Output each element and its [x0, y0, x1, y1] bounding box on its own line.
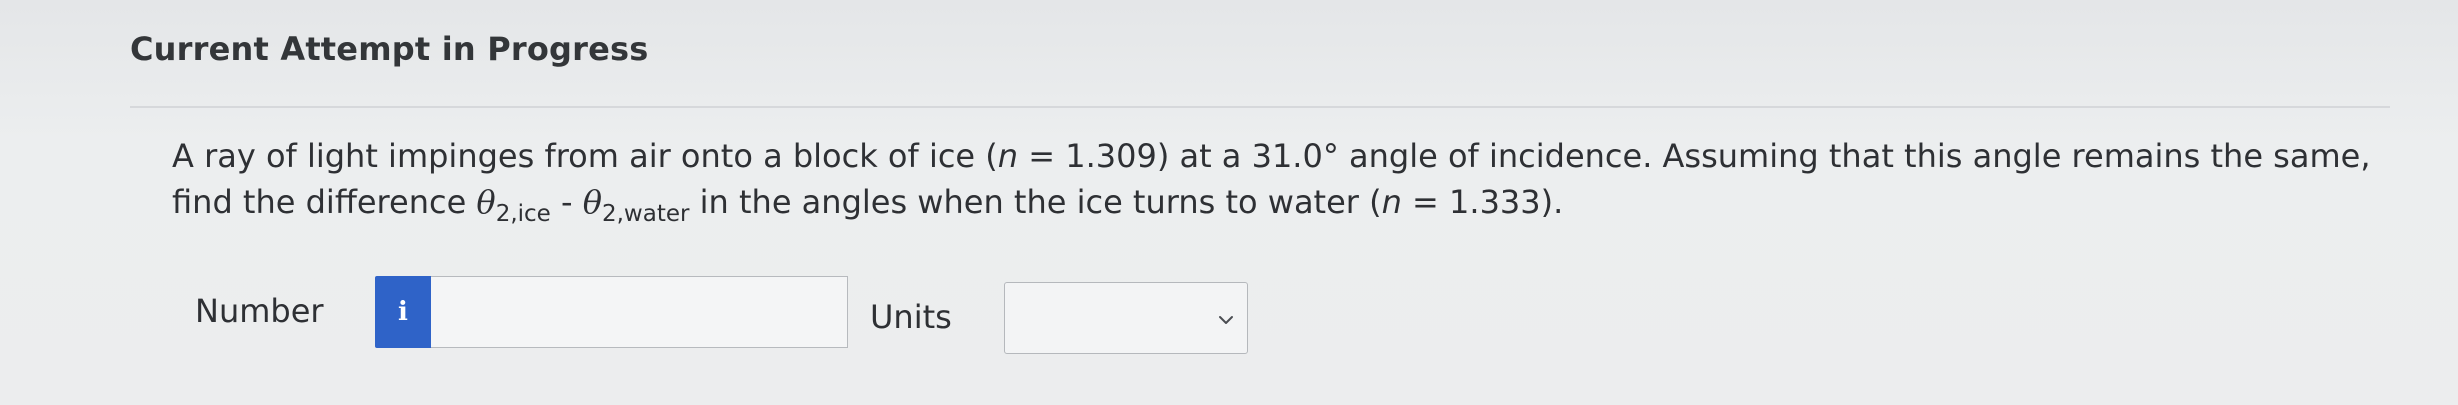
- question-text: A ray of light impinges from air onto a …: [172, 133, 2412, 237]
- subscript: 2,ice: [495, 201, 551, 227]
- answer-row: Number i Units: [0, 272, 2458, 354]
- subscript: 2,water: [601, 201, 690, 227]
- question-part: = 1.333).: [1401, 183, 1564, 221]
- chevron-down-icon: [1219, 316, 1233, 324]
- info-icon: i: [398, 297, 408, 327]
- units-select[interactable]: [1004, 282, 1248, 354]
- theta-symbol: θ: [476, 183, 496, 221]
- variable-n: n: [1381, 183, 1402, 221]
- question-part: = 1.309) at a 31.0° angle of incidence. …: [1018, 137, 2371, 175]
- question-part: in the angles when the ice turns to wate…: [689, 183, 1382, 221]
- number-input[interactable]: [431, 276, 848, 348]
- question-part: find the difference: [172, 183, 477, 221]
- minus-sign: -: [550, 183, 583, 221]
- question-part: A ray of light impinges from air onto a …: [172, 137, 998, 175]
- info-button[interactable]: i: [375, 276, 431, 348]
- variable-n: n: [997, 137, 1019, 175]
- page-title: Current Attempt in Progress: [130, 30, 649, 68]
- units-label: Units: [870, 298, 952, 336]
- number-label: Number: [195, 292, 324, 330]
- header-divider: [130, 106, 2390, 108]
- theta-symbol: θ: [582, 183, 602, 221]
